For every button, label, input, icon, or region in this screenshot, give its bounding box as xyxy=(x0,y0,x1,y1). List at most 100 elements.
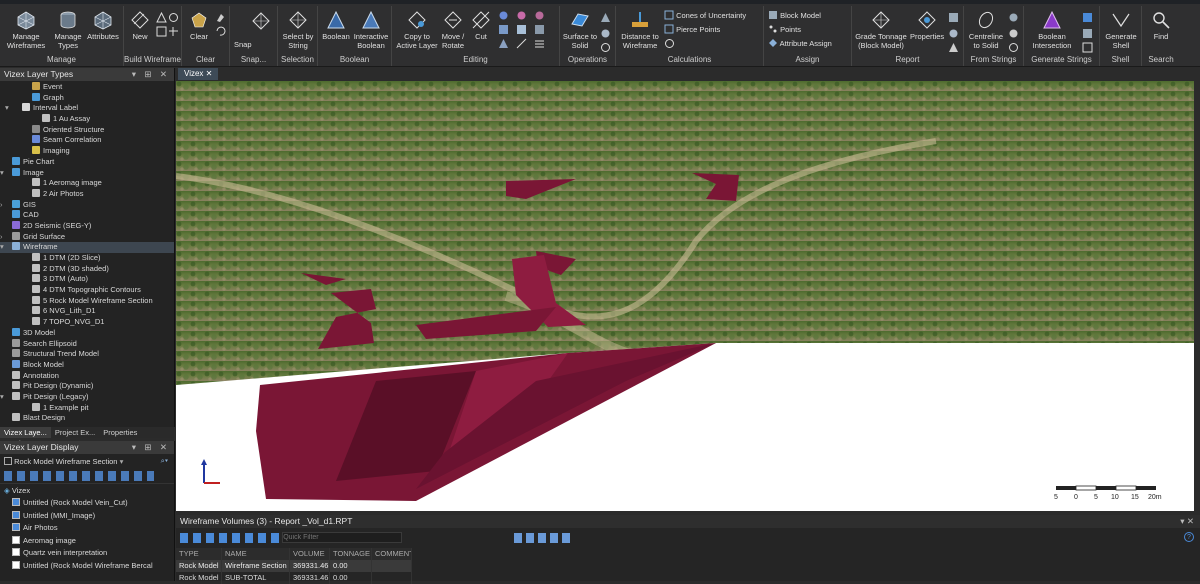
link-icon[interactable] xyxy=(168,12,179,23)
expand-toggle-icon[interactable]: › xyxy=(0,200,3,211)
layer-tool-icons[interactable] xyxy=(4,471,154,481)
clear-button[interactable]: Clear xyxy=(186,10,212,41)
cut-button[interactable]: Cut xyxy=(470,10,492,41)
layer-type-item[interactable]: Oriented Structure xyxy=(0,124,174,136)
op-tool-1-icon[interactable] xyxy=(600,12,611,23)
edit-tool-9-icon[interactable] xyxy=(534,38,545,49)
boolean-button[interactable]: Boolean xyxy=(320,10,352,41)
quick-filter-input[interactable] xyxy=(282,532,403,543)
layer-type-item[interactable]: 2 Air Photos xyxy=(0,188,174,200)
refresh-icon[interactable] xyxy=(215,26,226,37)
triangle-icon[interactable] xyxy=(156,12,167,23)
layer-type-item[interactable]: Event xyxy=(0,82,174,93)
layer-type-item[interactable]: ▾ Wireframe xyxy=(0,242,174,253)
layer-type-item[interactable]: CAD xyxy=(0,210,174,221)
layer-type-item[interactable]: 1 Example pit xyxy=(0,402,174,414)
new-button[interactable]: New xyxy=(128,10,152,41)
gen-tool-3-icon[interactable] xyxy=(1082,42,1093,53)
layer-visibility-checkbox[interactable] xyxy=(12,523,20,531)
chevron-down-icon[interactable]: ▾ xyxy=(120,457,124,466)
layer-type-item[interactable]: 2 DTM (3D shaded) xyxy=(0,263,174,275)
left-panel-tab[interactable]: Properties xyxy=(99,427,141,438)
expand-toggle-icon[interactable]: ▾ xyxy=(0,392,4,403)
manage-wireframes-button[interactable]: Manage Wireframes xyxy=(4,10,48,50)
expand-toggle-icon[interactable]: › xyxy=(0,232,3,243)
select-by-string-button[interactable]: Select by String xyxy=(280,10,316,50)
points-button[interactable]: Points xyxy=(768,24,801,34)
viewport-scene[interactable] xyxy=(176,81,1194,511)
layer-type-item[interactable]: 1 Au Assay xyxy=(0,114,174,125)
generate-shell-button[interactable]: Generate Shell xyxy=(1102,10,1140,50)
layer-type-item[interactable]: Blast Design xyxy=(0,413,174,424)
panel-controls[interactable]: ▾ ✕ xyxy=(1180,516,1194,527)
find-button[interactable]: Find xyxy=(1144,10,1178,41)
layer-type-item[interactable]: ▾ Pit Design (Legacy) xyxy=(0,391,174,403)
layer-type-item[interactable]: 6 NVG_Lith_D1 xyxy=(0,306,174,317)
layer-display-item[interactable]: Aeromag image xyxy=(0,535,174,548)
layer-display-select[interactable]: Rock Model Wireframe Section xyxy=(14,457,117,466)
cones-of-uncertainty-button[interactable]: Cones of Uncertainty xyxy=(664,10,746,20)
string-tool-2-icon[interactable] xyxy=(1008,28,1019,39)
report-tool-1-icon[interactable] xyxy=(948,12,959,23)
string-tool-1-icon[interactable] xyxy=(1008,12,1019,23)
snap-grid-icon[interactable] xyxy=(252,12,270,30)
layer-type-item[interactable]: ▾ Image xyxy=(0,167,174,179)
layer-type-item[interactable]: Seam Correlation xyxy=(0,135,174,146)
layer-visibility-checkbox[interactable] xyxy=(12,548,20,556)
layer-visibility-checkbox[interactable] xyxy=(12,510,20,519)
table-row[interactable]: Rock Model Wireframe Section 369331.46 0.00 xyxy=(176,560,412,572)
gen-tool-2-icon[interactable] xyxy=(1082,28,1093,39)
layer-display-item[interactable]: Untitled (Rock Model Vein_Cut) xyxy=(0,497,174,510)
grade-tonnage-button[interactable]: Grade Tonnage (Block Model) xyxy=(854,10,908,50)
layer-type-item[interactable]: 3 DTM (Auto) xyxy=(0,274,174,285)
layer-display-item[interactable]: Untitled (Rock Model Wireframe Bercal xyxy=(0,560,174,573)
layer-type-item[interactable]: Graph xyxy=(0,92,174,104)
vizex-viewport[interactable]: 5 0 5 10 15 20m xyxy=(176,81,1194,511)
layer-type-item[interactable]: 7 TOPO_NVG_D1 xyxy=(0,317,174,328)
op-tool-2-icon[interactable] xyxy=(600,28,611,39)
snap-button[interactable]: Snap xyxy=(234,40,252,49)
edit-tool-5-icon[interactable] xyxy=(516,24,527,35)
edit-tool-7-icon[interactable] xyxy=(534,10,545,21)
shape-icon[interactable] xyxy=(156,26,167,37)
move-rotate-button[interactable]: Move / Rotate xyxy=(438,10,468,50)
report-tool-3-icon[interactable] xyxy=(948,42,959,53)
layer-type-item[interactable]: Pie Chart xyxy=(0,156,174,168)
layer-type-item[interactable]: › GIS xyxy=(0,199,174,211)
edit-tool-8-icon[interactable] xyxy=(534,24,545,35)
layer-type-item[interactable]: 2D Seismic (SEG-Y) xyxy=(0,220,174,232)
distance-to-wireframe-button[interactable]: Distance to Wireframe xyxy=(618,10,662,50)
layer-visibility-checkbox[interactable] xyxy=(12,535,20,544)
centreline-to-solid-button[interactable]: Centreline to Solid xyxy=(966,10,1006,50)
layer-visibility-checkbox[interactable] xyxy=(12,560,20,569)
layer-type-item[interactable]: Structural Trend Model xyxy=(0,349,174,360)
help-icon[interactable]: ? xyxy=(1184,532,1194,542)
op-tool-3-icon[interactable] xyxy=(600,42,611,53)
surface-to-solid-button[interactable]: Surface to Solid xyxy=(562,10,598,50)
layer-visibility-checkbox[interactable] xyxy=(12,498,20,506)
attributes-button[interactable]: Attributes xyxy=(86,10,120,41)
attribute-assign-button[interactable]: Attribute Assign xyxy=(768,38,832,48)
edit-tool-3-icon[interactable] xyxy=(498,38,509,49)
gen-tool-1-icon[interactable] xyxy=(1082,12,1093,23)
pierce-points-button[interactable]: Pierce Points xyxy=(664,24,720,34)
layer-type-item[interactable]: 5 Rock Model Wireframe Section xyxy=(0,295,174,307)
expand-toggle-icon[interactable]: ▾ xyxy=(5,103,9,114)
vizex-tab[interactable]: Vizex ✕ xyxy=(178,68,219,80)
layer-display-item[interactable]: Air Photos xyxy=(0,522,174,535)
layer-type-item[interactable]: 4 DTM Topographic Contours xyxy=(0,285,174,296)
manage-types-button[interactable]: Manage Types xyxy=(50,10,86,50)
expand-toggle-icon[interactable]: ▾ xyxy=(0,168,4,179)
edit-tool-6-icon[interactable] xyxy=(516,38,527,49)
report-tool-2-icon[interactable] xyxy=(948,28,959,39)
panel-controls[interactable]: ▾ ⊞ ✕ xyxy=(132,69,170,80)
layer-type-item[interactable]: 3D Model xyxy=(0,327,174,339)
layer-type-item[interactable]: 1 Aeromag image xyxy=(0,178,174,189)
layer-type-item[interactable]: Pit Design (Dynamic) xyxy=(0,381,174,392)
layer-display-item[interactable]: Quartz vein interpretation xyxy=(0,547,174,560)
layer-type-item[interactable]: › Grid Surface xyxy=(0,231,174,243)
block-model-button[interactable]: Block Model xyxy=(768,10,821,20)
layer-type-item[interactable]: ▾ Interval Label xyxy=(0,103,174,114)
merge-icon[interactable] xyxy=(168,26,179,37)
layer-type-item[interactable]: Search Ellipsoid xyxy=(0,338,174,350)
